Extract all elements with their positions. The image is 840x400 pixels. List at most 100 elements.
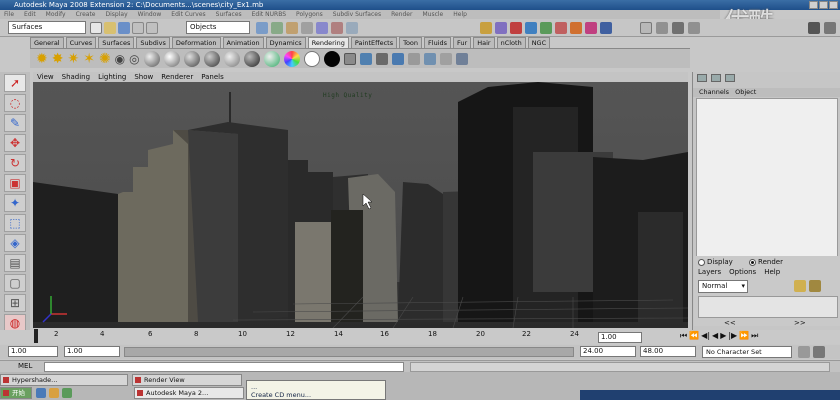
display-radio[interactable]	[698, 258, 705, 266]
time-slider[interactable]: 2 4 6 8 10 12 14 16 18 20 22 24 1.00 ⏮ ⏪…	[0, 329, 840, 344]
menu-display[interactable]: Display	[106, 10, 128, 19]
animation-prefs-icon[interactable]	[813, 346, 825, 358]
tab-surfaces[interactable]: Surfaces	[98, 37, 135, 48]
menu-window[interactable]: Window	[138, 10, 162, 19]
go-to-end-icon[interactable]: ⏭	[751, 331, 758, 341]
panel-menu-shading[interactable]: Shading	[62, 72, 90, 82]
manipulator-icon[interactable]: ✦	[4, 194, 26, 212]
tool-settings-toggle-icon[interactable]	[725, 74, 735, 82]
lasso-tool-icon[interactable]: ◌	[4, 94, 26, 112]
ipr-render-icon[interactable]	[570, 22, 582, 34]
directional-light-icon[interactable]: ✷	[67, 51, 79, 67]
mask-icon-6[interactable]	[331, 22, 343, 34]
menu-subdiv-surfaces[interactable]: Subdiv Surfaces	[333, 10, 381, 19]
channel-box-toggle-icon[interactable]	[697, 74, 707, 82]
tab-toon[interactable]: Toon	[399, 37, 423, 48]
task-hypershade[interactable]: Hypershade...	[0, 374, 128, 386]
phonge-sphere-icon[interactable]	[203, 50, 220, 67]
layer-menu-layers[interactable]: Layers	[698, 268, 721, 276]
panel-menu-lighting[interactable]: Lighting	[98, 72, 126, 82]
render-settings-icon[interactable]	[585, 22, 597, 34]
layer-menu-help[interactable]: Help	[764, 268, 780, 276]
tab-deformation[interactable]: Deformation	[171, 37, 221, 48]
snap-grid-icon[interactable]	[480, 22, 492, 34]
tab-fluids[interactable]: Fluids	[424, 37, 452, 48]
mask-icon-3[interactable]	[286, 22, 298, 34]
save-scene-icon[interactable]	[118, 22, 130, 34]
render-view-icon[interactable]	[343, 52, 356, 65]
tab-ngc[interactable]: NGC	[527, 37, 551, 48]
menu-help[interactable]: Help	[453, 10, 467, 19]
mask-icon-5[interactable]	[316, 22, 328, 34]
tab-rendering[interactable]: Rendering	[307, 37, 349, 48]
new-scene-icon[interactable]	[90, 22, 102, 34]
start-button[interactable]: 开始	[0, 387, 32, 399]
show-attribute-editor-icon[interactable]	[656, 22, 668, 34]
end-time-field[interactable]: 48.00	[640, 346, 696, 357]
character-set-dropdown[interactable]: No Character Set	[702, 346, 792, 358]
new-layer-icon[interactable]	[794, 280, 806, 292]
step-forward-key-icon[interactable]: ⏩	[739, 331, 749, 341]
menu-muscle[interactable]: Muscle	[422, 10, 443, 19]
select-by-hierarchy-icon[interactable]	[132, 22, 144, 34]
area-light-icon[interactable]: ✶	[83, 51, 95, 67]
snap-curve-icon[interactable]	[495, 22, 507, 34]
camera-icon[interactable]: ◉	[115, 52, 125, 66]
select-by-object-icon[interactable]	[146, 22, 158, 34]
start-time-field[interactable]: 1.00	[8, 346, 58, 357]
magnet-icon[interactable]	[600, 22, 612, 34]
anisotropic-sphere-icon[interactable]	[223, 50, 240, 67]
four-view-layout-icon[interactable]: ⊞	[4, 294, 26, 312]
maximize-button[interactable]	[819, 1, 828, 9]
command-input[interactable]	[44, 362, 404, 372]
blinn-sphere-icon[interactable]	[163, 50, 180, 67]
color-sphere-icon[interactable]	[283, 50, 300, 67]
menu-edit-nurbs[interactable]: Edit NURBS	[252, 10, 286, 19]
quicklaunch-ie-icon[interactable]	[36, 388, 46, 398]
single-perspective-layout-icon[interactable]: ▢	[4, 274, 26, 292]
camera-aim-icon[interactable]: ◎	[129, 52, 139, 66]
hypershade-icon[interactable]	[359, 52, 372, 65]
task-render-view[interactable]: Render View	[132, 374, 242, 386]
channel-box-menu-channels[interactable]: Channels	[699, 88, 729, 97]
minimize-button[interactable]	[809, 1, 818, 9]
layer-menu-options[interactable]: Options	[729, 268, 756, 276]
show-channel-box-icon[interactable]	[688, 22, 700, 34]
render-icon[interactable]	[375, 52, 388, 65]
surface-shader-sphere-icon[interactable]	[303, 50, 320, 67]
selection-mode-dropdown[interactable]: Objects	[186, 21, 250, 34]
soft-mod-icon[interactable]: ◈	[4, 234, 26, 252]
snap-point-icon[interactable]	[510, 22, 522, 34]
input-field-icon[interactable]	[640, 22, 652, 34]
step-back-frame-icon[interactable]: ◀|	[701, 331, 710, 341]
step-back-key-icon[interactable]: ⏪	[689, 331, 699, 341]
menu-render[interactable]: Render	[391, 10, 412, 19]
current-frame-field[interactable]: 1.00	[598, 332, 642, 343]
time-ruler[interactable]: 2 4 6 8 10 12 14 16 18 20 22 24	[34, 329, 584, 344]
channel-box-menu-object[interactable]: Object	[735, 88, 756, 97]
batch-render-icon[interactable]	[391, 52, 404, 65]
scroll-right-icon[interactable]: >>	[794, 319, 806, 327]
snap-plane-icon[interactable]	[525, 22, 537, 34]
panel-menu-show[interactable]: Show	[134, 72, 153, 82]
tab-fur[interactable]: Fur	[453, 37, 472, 48]
go-to-start-icon[interactable]: ⏮	[680, 331, 687, 341]
autokey-icon[interactable]	[798, 346, 810, 358]
phong-sphere-icon[interactable]	[183, 50, 200, 67]
scroll-left-icon[interactable]: <<	[724, 319, 736, 327]
playback-end-field[interactable]: 24.00	[580, 346, 636, 357]
menu-edit-curves[interactable]: Edit Curves	[171, 10, 205, 19]
range-slider[interactable]	[124, 347, 574, 357]
point-light-icon[interactable]: ✸	[52, 51, 64, 67]
playback-start-field[interactable]: 1.00	[64, 346, 120, 357]
ipr-icon[interactable]	[423, 52, 436, 65]
show-tool-settings-icon[interactable]	[672, 22, 684, 34]
volume-light-icon[interactable]: ✺	[99, 51, 111, 67]
tab-subdivs[interactable]: Subdivs	[136, 37, 170, 48]
panel-menu-view[interactable]: View	[37, 72, 54, 82]
snapshot-icon[interactable]	[439, 52, 452, 65]
menu-surfaces[interactable]: Surfaces	[216, 10, 242, 19]
scale-tool-icon[interactable]: ▣	[4, 174, 26, 192]
spot-light-icon[interactable]: ✹	[36, 51, 48, 67]
new-layer-selected-icon[interactable]	[809, 280, 821, 292]
